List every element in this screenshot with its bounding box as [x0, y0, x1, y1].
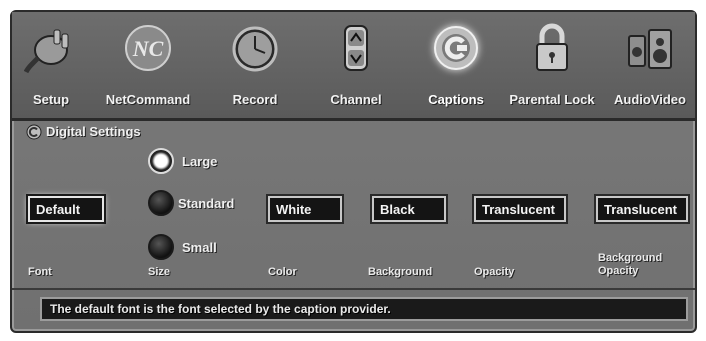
background-opacity-label-line2: Opacity: [598, 265, 639, 277]
color-select[interactable]: White: [268, 196, 342, 222]
menu-item-setup[interactable]: Setup: [16, 16, 86, 114]
menu-item-netcommand[interactable]: NC NetCommand: [98, 16, 198, 114]
size-radio-large[interactable]: Large: [148, 148, 217, 174]
captions-settings-panel: Setup NC NetCommand Record Channel Capti…: [10, 10, 697, 333]
size-option-large-label: Large: [182, 153, 218, 169]
padlock-icon: [525, 22, 579, 74]
size-option-standard-label: Standard: [178, 195, 235, 211]
netcommand-logo-icon: NC: [121, 22, 175, 74]
svg-text:NC: NC: [132, 36, 164, 61]
menu-label-audiovideo: AudioVideo: [614, 92, 686, 107]
menu-item-channel[interactable]: Channel: [320, 16, 392, 114]
menu-label-channel: Channel: [330, 92, 382, 107]
background-select[interactable]: Black: [372, 196, 446, 222]
captions-small-icon: [26, 124, 42, 140]
captions-icon: [429, 22, 483, 74]
speakers-icon: [623, 22, 677, 74]
opacity-select[interactable]: Translucent: [474, 196, 566, 222]
menu-item-captions[interactable]: Captions: [416, 16, 496, 114]
radio-unselected-icon: [148, 190, 174, 216]
size-radio-standard[interactable]: Standard: [148, 190, 234, 216]
menu-label-captions: Captions: [428, 92, 484, 107]
size-option-small-label: Small: [182, 239, 217, 255]
background-opacity-label: Background Opacity: [598, 252, 662, 278]
channel-updown-icon: [329, 22, 383, 74]
clock-icon: [228, 22, 282, 74]
menu-label-netcommand: NetCommand: [105, 92, 191, 107]
menu-label-setup: Setup: [32, 92, 70, 107]
menu-item-parental-lock[interactable]: Parental Lock: [498, 16, 606, 114]
plug-icon: [23, 22, 78, 74]
size-label: Size: [148, 266, 171, 278]
menu-item-audiovideo[interactable]: AudioVideo: [606, 16, 694, 114]
status-message: The default font is the font selected by…: [40, 297, 688, 321]
color-label: Color: [268, 266, 297, 278]
divider: [12, 288, 695, 290]
section-title-digital-settings: Digital Settings: [46, 124, 141, 139]
radio-unselected-icon: [148, 234, 174, 260]
background-label: Background: [368, 266, 433, 278]
background-opacity-select[interactable]: Translucent: [596, 196, 688, 222]
size-radio-small[interactable]: Small: [148, 234, 217, 260]
menu-label-record: Record: [232, 92, 278, 107]
background-opacity-label-line1: Background: [598, 252, 663, 264]
menu-item-record[interactable]: Record: [220, 16, 290, 114]
font-label: Font: [28, 266, 52, 278]
radio-selected-icon: [148, 148, 174, 174]
top-menu-bar: Setup NC NetCommand Record Channel Capti…: [12, 12, 695, 121]
menu-label-parental-lock: Parental Lock: [509, 92, 595, 107]
opacity-label: Opacity: [474, 266, 515, 278]
font-select[interactable]: Default: [28, 196, 104, 222]
